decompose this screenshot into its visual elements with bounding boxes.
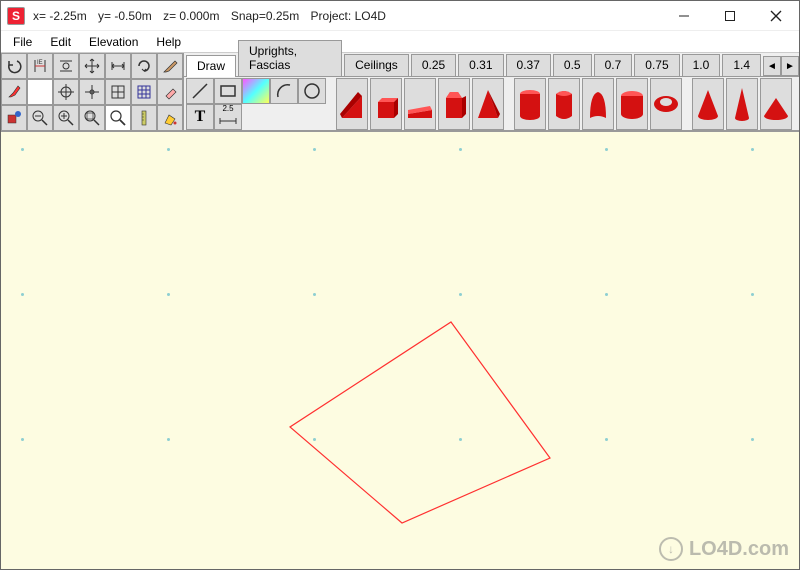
draw-tool-group: T 2.5	[186, 78, 326, 130]
ring-shape-icon[interactable]	[650, 78, 682, 130]
app-window: S x= -2.25m y= -0.50m z= 0.000m Snap=0.2…	[0, 0, 800, 570]
circle-tool-icon[interactable]	[298, 78, 326, 104]
cylinder-segment-shape-icon[interactable]	[548, 78, 580, 130]
dimension-tool-icon[interactable]: 2.5	[214, 104, 242, 130]
zoom-fit-icon[interactable]	[79, 105, 105, 131]
tab-draw[interactable]: Draw	[186, 55, 236, 77]
tabbar: Draw Uprights, Fascias Ceilings 0.25 0.3…	[184, 53, 799, 77]
titlebar: S x= -2.25m y= -0.50m z= 0.000m Snap=0.2…	[1, 1, 799, 31]
tab-size-0-31[interactable]: 0.31	[458, 54, 503, 76]
menubar: File Edit Elevation Help	[1, 31, 799, 53]
brush-icon[interactable]	[157, 53, 183, 79]
add-shape-icon[interactable]	[1, 105, 27, 131]
cone-tall-shape-icon[interactable]	[726, 78, 758, 130]
measure-h-icon[interactable]: IE	[27, 53, 53, 79]
cylinder-shape-icon[interactable]	[514, 78, 546, 130]
toolbar-area: IE	[1, 53, 799, 132]
tab-scroll: ◄ ►	[763, 56, 799, 76]
swatch-icon[interactable]	[27, 79, 53, 105]
color-picker-icon[interactable]	[242, 78, 270, 104]
tab-size-1-4[interactable]: 1.4	[722, 54, 761, 76]
tab-uprights-fascias[interactable]: Uprights, Fascias	[238, 40, 342, 76]
pyramid-shape-icon[interactable]	[472, 78, 504, 130]
tab-scroll-right-icon[interactable]: ►	[781, 56, 799, 76]
prism-shape-icon[interactable]	[438, 78, 470, 130]
menu-file[interactable]: File	[5, 33, 40, 51]
svg-text:IE: IE	[37, 60, 43, 66]
canvas[interactable]: ↓ LO4D.com	[1, 132, 799, 569]
polyline-shape	[290, 322, 550, 523]
paint-icon[interactable]	[1, 79, 27, 105]
text-tool-icon[interactable]: T	[186, 104, 214, 130]
close-button[interactable]	[753, 1, 799, 31]
wedge-shape-icon[interactable]	[336, 78, 368, 130]
zoom-out-icon[interactable]	[27, 105, 53, 131]
menu-help[interactable]: Help	[148, 33, 189, 51]
cone-shape-icon[interactable]	[692, 78, 724, 130]
title-text: x= -2.25m y= -0.50m z= 0.000m Snap=0.25m…	[33, 9, 661, 23]
cone-flat-shape-icon[interactable]	[760, 78, 792, 130]
maximize-button[interactable]	[707, 1, 753, 31]
move-icon[interactable]	[79, 53, 105, 79]
tab-size-0-5[interactable]: 0.5	[553, 54, 592, 76]
magnifier-icon[interactable]	[105, 105, 131, 131]
left-toolbox: IE	[1, 53, 184, 131]
tab-size-0-75[interactable]: 0.75	[634, 54, 679, 76]
app-icon: S	[7, 7, 25, 25]
download-icon: ↓	[659, 537, 683, 561]
tab-scroll-left-icon[interactable]: ◄	[763, 56, 781, 76]
tab-ceilings[interactable]: Ceilings	[344, 54, 409, 76]
tab-size-1-0[interactable]: 1.0	[682, 54, 721, 76]
coord-z: z= 0.000m	[163, 9, 219, 23]
ruler-icon[interactable]	[131, 105, 157, 131]
rotate-icon[interactable]	[131, 53, 157, 79]
coord-x: x= -2.25m	[33, 9, 87, 23]
measure-span-icon[interactable]	[105, 53, 131, 79]
align-v-icon[interactable]	[53, 53, 79, 79]
project-name: Project: LO4D	[311, 9, 386, 23]
rectangle-tool-icon[interactable]	[214, 78, 242, 104]
zoom-in-icon[interactable]	[53, 105, 79, 131]
coord-y: y= -0.50m	[98, 9, 152, 23]
snap-value: Snap=0.25m	[231, 9, 299, 23]
minimize-button[interactable]	[661, 1, 707, 31]
shape-bar: T 2.5	[184, 77, 799, 131]
tab-size-0-37[interactable]: 0.37	[506, 54, 551, 76]
eraser-icon[interactable]	[157, 79, 183, 105]
curved-wall-shape-icon[interactable]	[582, 78, 614, 130]
crosshair-icon[interactable]	[53, 79, 79, 105]
slope-shape-icon[interactable]	[404, 78, 436, 130]
menu-edit[interactable]: Edit	[42, 33, 79, 51]
watermark-text: LO4D.com	[689, 538, 789, 561]
arc-tool-icon[interactable]	[270, 78, 298, 104]
drawing-surface	[1, 132, 799, 569]
menu-elevation[interactable]: Elevation	[81, 33, 146, 51]
tab-size-0-25[interactable]: 0.25	[411, 54, 456, 76]
right-toolbar-area: Draw Uprights, Fascias Ceilings 0.25 0.3…	[184, 53, 799, 131]
line-tool-icon[interactable]	[186, 78, 214, 104]
grid2-icon[interactable]	[131, 79, 157, 105]
box-shape-icon[interactable]	[370, 78, 402, 130]
grid-icon[interactable]	[105, 79, 131, 105]
undo-icon[interactable]	[1, 53, 27, 79]
watermark: ↓ LO4D.com	[659, 537, 789, 561]
move4-icon[interactable]	[79, 79, 105, 105]
tab-size-0-7[interactable]: 0.7	[594, 54, 633, 76]
drum-shape-icon[interactable]	[616, 78, 648, 130]
fill-icon[interactable]	[157, 105, 183, 131]
